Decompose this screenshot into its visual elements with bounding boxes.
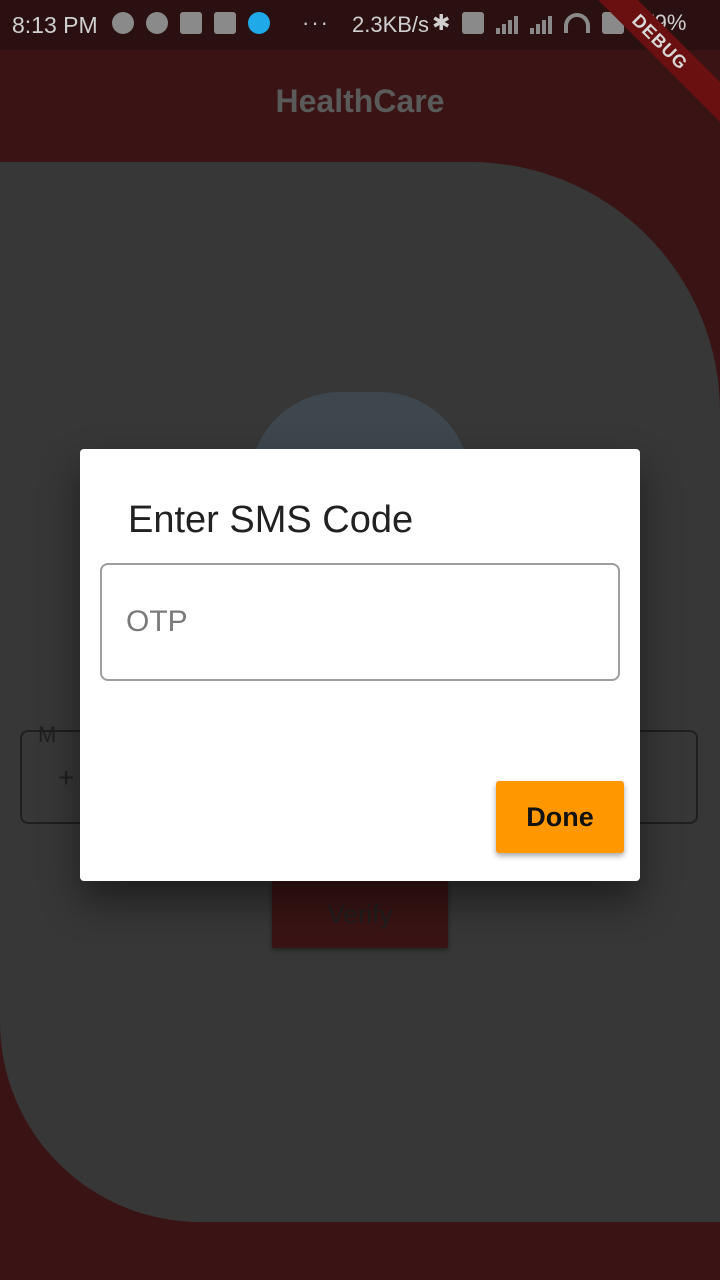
dialog-title: Enter SMS Code <box>128 499 414 541</box>
sms-code-dialog: Enter SMS Code Done <box>80 449 640 881</box>
otp-input[interactable] <box>124 604 608 640</box>
done-button[interactable]: Done <box>496 781 624 853</box>
otp-field[interactable] <box>100 563 620 681</box>
